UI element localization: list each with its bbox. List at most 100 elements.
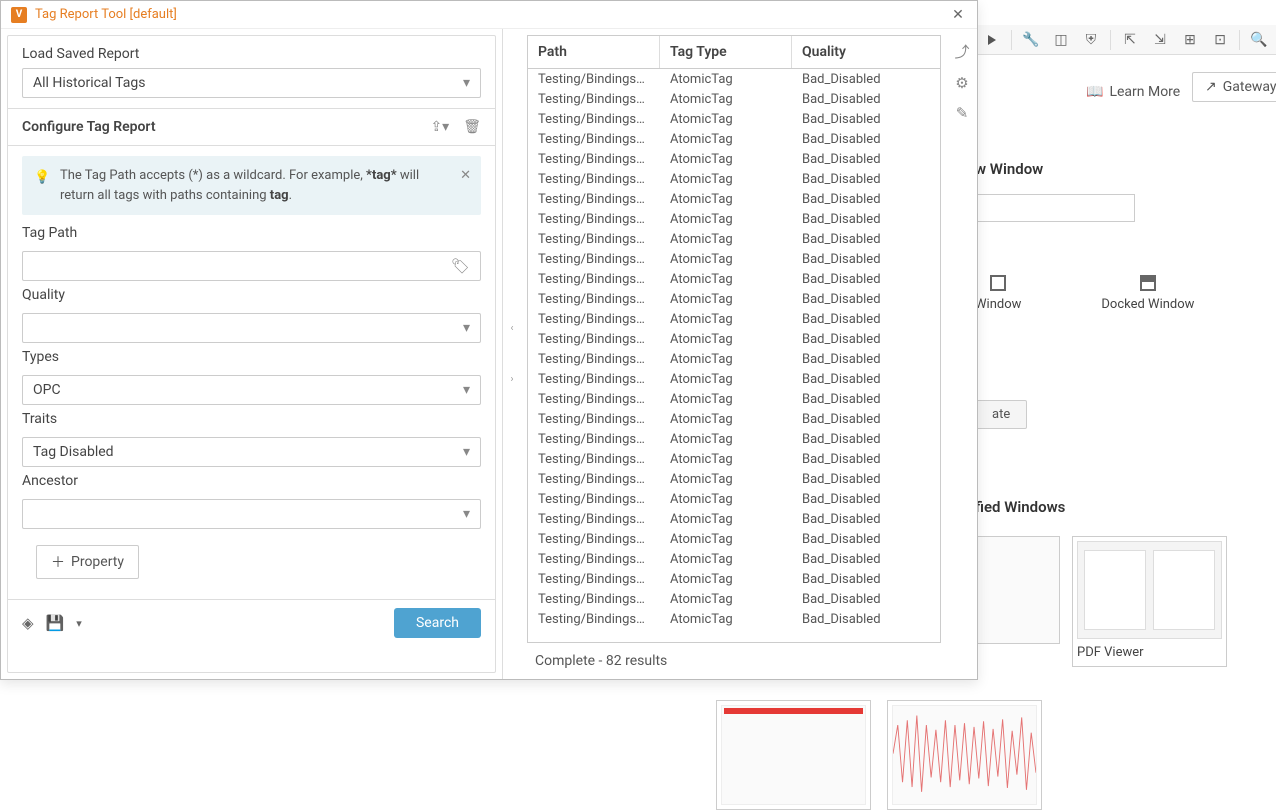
close-hint-button[interactable]: ✕ <box>460 166 471 186</box>
export-icon[interactable]: ⤴ <box>954 41 969 62</box>
table-row[interactable]: Testing/Bindings/...AtomicTagBad_Disable… <box>528 129 940 149</box>
table-row[interactable]: Testing/Bindings/...AtomicTagBad_Disable… <box>528 489 940 509</box>
table-row[interactable]: Testing/Bindings/...AtomicTagBad_Disable… <box>528 369 940 389</box>
wrench-icon[interactable]: 🔧 <box>1018 28 1044 52</box>
table-row[interactable]: Testing/Bindings/...AtomicTagBad_Disable… <box>528 589 940 609</box>
types-select[interactable]: OPC ▾ <box>22 375 481 405</box>
cell-quality: Bad_Disabled <box>792 492 940 507</box>
table-row[interactable]: Testing/Bindings/...AtomicTagBad_Disable… <box>528 529 940 549</box>
tag-report-tool-dialog: V Tag Report Tool [default] ✕ Load Saved… <box>0 0 978 680</box>
zoom-icon[interactable]: 🔍 <box>1246 28 1272 52</box>
cell-quality: Bad_Disabled <box>792 212 940 227</box>
settings-icon[interactable]: ⚙ <box>955 74 968 92</box>
thumbnail-caption: PDF Viewer <box>1077 643 1222 662</box>
table-row[interactable]: Testing/Bindings/...AtomicTagBad_Disable… <box>528 69 940 89</box>
table-row[interactable]: Testing/Bindings/...AtomicTagBad_Disable… <box>528 209 940 229</box>
cell-type: AtomicTag <box>660 332 792 347</box>
learn-more-link[interactable]: 📖 Learn More <box>1082 78 1184 106</box>
cell-path: Testing/Bindings/... <box>528 472 660 487</box>
table-row[interactable]: Testing/Bindings/...AtomicTagBad_Disable… <box>528 309 940 329</box>
save-icon[interactable]: 💾 <box>46 614 65 632</box>
cell-path: Testing/Bindings/... <box>528 92 660 107</box>
table-row[interactable]: Testing/Bindings/...AtomicTagBad_Disable… <box>528 329 940 349</box>
table-row[interactable]: Testing/Bindings/...AtomicTagBad_Disable… <box>528 469 940 489</box>
cell-quality: Bad_Disabled <box>792 192 940 207</box>
create-button[interactable]: ate <box>975 400 1027 429</box>
tag-icon[interactable]: 🏷 <box>451 257 470 275</box>
collapse-icon[interactable]: ⇱ <box>1117 28 1143 52</box>
cell-type: AtomicTag <box>660 72 792 87</box>
splitter[interactable]: ‹ › <box>503 29 521 679</box>
cell-type: AtomicTag <box>660 492 792 507</box>
table-row[interactable]: Testing/Bindings/...AtomicTagBad_Disable… <box>528 249 940 269</box>
cell-quality: Bad_Disabled <box>792 372 940 387</box>
search-button[interactable]: Search <box>394 608 481 638</box>
table-row[interactable]: Testing/Bindings/...AtomicTagBad_Disable… <box>528 89 940 109</box>
cell-quality: Bad_Disabled <box>792 152 940 167</box>
table-row[interactable]: Testing/Bindings/...AtomicTagBad_Disable… <box>528 609 940 629</box>
table-row[interactable]: Testing/Bindings/...AtomicTagBad_Disable… <box>528 149 940 169</box>
expand-right-icon[interactable]: › <box>510 374 513 385</box>
add-property-button[interactable]: ＋ Property <box>36 545 139 579</box>
classified-windows-heading: fied Windows <box>975 498 1065 516</box>
cell-quality: Bad_Disabled <box>792 512 940 527</box>
tag-path-input[interactable]: 🏷 <box>22 251 481 281</box>
pdf-viewer-thumbnail[interactable]: PDF Viewer <box>1072 536 1227 667</box>
table-body[interactable]: Testing/Bindings/...AtomicTagBad_Disable… <box>528 69 940 642</box>
table-row[interactable]: Testing/Bindings/...AtomicTagBad_Disable… <box>528 509 940 529</box>
cell-quality: Bad_Disabled <box>792 92 940 107</box>
quality-select[interactable]: ▾ <box>22 313 481 343</box>
gateway-label: Gateway <box>1223 79 1276 95</box>
cell-quality: Bad_Disabled <box>792 252 940 267</box>
cell-path: Testing/Bindings/... <box>528 452 660 467</box>
tree-icon[interactable]: ⊞ <box>1177 28 1203 52</box>
dialog-close-button[interactable]: ✕ <box>949 7 967 23</box>
results-side-tools: ⤴ ⚙ ✎ <box>947 35 977 643</box>
table-row[interactable]: Testing/Bindings/...AtomicTagBad_Disable… <box>528 269 940 289</box>
expand-icon[interactable]: ⇲ <box>1147 28 1173 52</box>
caret-down-icon: ▾ <box>463 75 470 91</box>
column-tag-type[interactable]: Tag Type <box>660 36 792 68</box>
app-logo-icon: V <box>11 7 27 23</box>
delete-config-icon[interactable]: 🗑 <box>463 119 481 135</box>
column-path[interactable]: Path <box>528 36 660 68</box>
load-saved-report-value: All Historical Tags <box>33 75 145 91</box>
table-row[interactable]: Testing/Bindings/...AtomicTagBad_Disable… <box>528 409 940 429</box>
add-config-icon[interactable]: ⇪▾ <box>430 119 449 135</box>
cell-quality: Bad_Disabled <box>792 272 940 287</box>
table-row[interactable]: Testing/Bindings/...AtomicTagBad_Disable… <box>528 109 940 129</box>
clear-icon[interactable]: ◈ <box>22 614 34 632</box>
collapse-left-icon[interactable]: ‹ <box>510 323 513 334</box>
table-row[interactable]: Testing/Bindings/...AtomicTagBad_Disable… <box>528 549 940 569</box>
chart-thumbnail-2[interactable] <box>887 700 1042 810</box>
table-row[interactable]: Testing/Bindings/...AtomicTagBad_Disable… <box>528 449 940 469</box>
gateway-button[interactable]: ↗ Gateway <box>1192 72 1276 102</box>
main-window-option[interactable]: Window <box>975 275 1021 312</box>
table-row[interactable]: Testing/Bindings/...AtomicTagBad_Disable… <box>528 289 940 309</box>
table-row[interactable]: Testing/Bindings/...AtomicTagBad_Disable… <box>528 389 940 409</box>
save-dropdown-icon[interactable]: ▾ <box>76 617 82 630</box>
table-row[interactable]: Testing/Bindings/...AtomicTagBad_Disable… <box>528 349 940 369</box>
new-window-input[interactable] <box>975 194 1135 222</box>
grid-icon[interactable]: ⊡ <box>1207 28 1233 52</box>
table-row[interactable]: Testing/Bindings/...AtomicTagBad_Disable… <box>528 189 940 209</box>
traits-select[interactable]: Tag Disabled ▾ <box>22 437 481 467</box>
cell-path: Testing/Bindings/... <box>528 352 660 367</box>
load-saved-report-select[interactable]: All Historical Tags ▾ <box>22 68 481 98</box>
column-quality[interactable]: Quality <box>792 36 940 68</box>
edit-icon[interactable]: ✎ <box>956 104 969 122</box>
table-row[interactable]: Testing/Bindings/...AtomicTagBad_Disable… <box>528 169 940 189</box>
cell-path: Testing/Bindings/... <box>528 372 660 387</box>
ancestor-select[interactable]: ▾ <box>22 499 481 529</box>
cell-quality: Bad_Disabled <box>792 472 940 487</box>
table-row[interactable]: Testing/Bindings/...AtomicTagBad_Disable… <box>528 569 940 589</box>
shield-icon[interactable]: ⛨ <box>1078 28 1104 52</box>
play-icon[interactable] <box>979 28 1005 52</box>
module-icon[interactable]: ◫ <box>1048 28 1074 52</box>
cell-path: Testing/Bindings/... <box>528 592 660 607</box>
docked-window-option[interactable]: Docked Window <box>1101 275 1194 312</box>
table-row[interactable]: Testing/Bindings/...AtomicTagBad_Disable… <box>528 429 940 449</box>
cell-type: AtomicTag <box>660 192 792 207</box>
chart-thumbnail-1[interactable] <box>716 700 871 810</box>
table-row[interactable]: Testing/Bindings/...AtomicTagBad_Disable… <box>528 229 940 249</box>
